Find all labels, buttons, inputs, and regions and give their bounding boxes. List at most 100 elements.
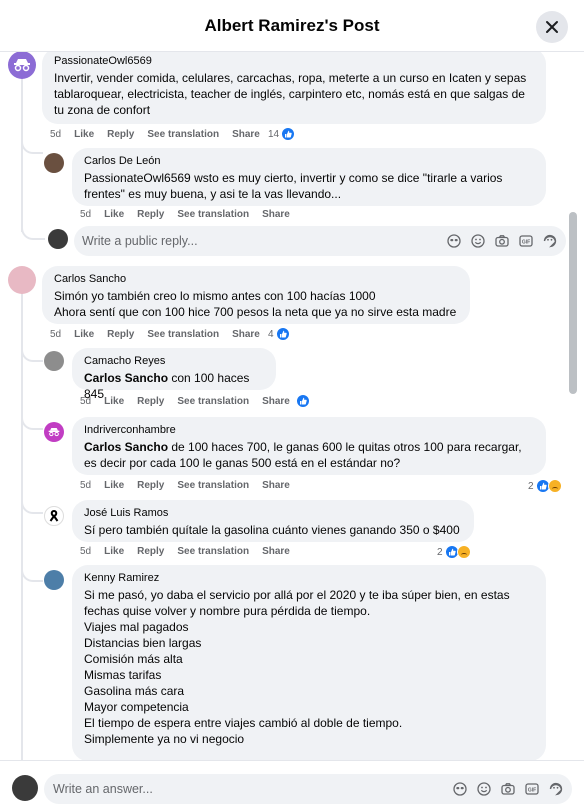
svg-text:GIF: GIF [528,787,536,793]
gif-icon[interactable]: GIF [518,233,534,249]
avatar[interactable] [44,422,64,442]
comment-time[interactable]: 5d [50,329,61,340]
reply-button[interactable]: Reply [107,129,134,140]
current-user-avatar[interactable] [48,229,68,249]
comment-time[interactable]: 5d [50,129,61,140]
avatar-sticker-icon[interactable] [452,781,468,797]
reaction-icons[interactable] [296,394,310,408]
comment-time[interactable]: 5d [80,396,91,407]
comment-text-line: El tiempo de espera entre viajes cambió … [84,716,403,730]
sad-icon [456,545,471,559]
sticker-icon[interactable] [548,781,564,797]
reply-button[interactable]: Reply [137,480,164,491]
comment-text-line: Simón yo también creo lo mismo antes con… [54,289,376,303]
comments-feed[interactable]: PassionateOwl6569 Invertir, vender comid… [0,52,566,760]
reaction-count[interactable]: 14 [268,127,296,141]
see-translation-button[interactable]: See translation [147,329,219,340]
avatar[interactable] [8,266,36,294]
comment-text: Si me pasó, yo daba el servicio por allá… [84,587,534,747]
thread-connector [21,202,45,240]
comment-text-line: Simplemente ya no vi negocio [84,732,245,746]
reply-button[interactable]: Reply [107,329,134,340]
comment-author[interactable]: José Luis Ramos [84,506,462,520]
avatar[interactable] [44,570,64,590]
comment-author[interactable]: PassionateOwl6569 [54,54,534,68]
mention-link[interactable]: Carlos Sancho [84,440,168,454]
comment-text-line: Distancias bien largas [84,636,202,650]
sad-icon [547,479,562,493]
avatar-sticker-icon[interactable] [446,233,462,249]
page-title: Albert Ramirez's Post [204,16,380,35]
comment-bubble: Indriverconhambre Carlos Sancho de 100 h… [72,417,546,475]
comment-author[interactable]: Kenny Ramirez [84,571,534,585]
see-translation-button[interactable]: See translation [177,396,249,407]
avatar[interactable] [8,52,36,79]
comment-time[interactable]: 5d [80,480,91,491]
emoji-icon[interactable] [476,781,492,797]
reaction-count[interactable]: 2 [528,479,562,493]
answer-input[interactable]: Write an answer... GIF [44,774,572,804]
reply-tools: GIF [446,233,558,249]
like-button[interactable]: Like [74,129,94,140]
emoji-icon[interactable] [470,233,486,249]
comment-author[interactable]: Indriverconhambre [84,423,534,437]
black-ribbon-icon [49,510,59,522]
avatar[interactable] [44,351,64,371]
like-button[interactable]: Like [104,546,124,557]
share-button[interactable]: Share [232,129,260,140]
close-button[interactable] [536,11,568,43]
comment-text: Carlos Sancho de 100 haces 700, le ganas… [84,440,522,470]
comment-author[interactable]: Carlos De León [84,154,534,168]
thread-connector [21,114,43,154]
like-button[interactable]: Like [104,480,124,491]
mention-link[interactable]: Carlos Sancho [84,371,168,385]
thread-connector [21,472,43,514]
thread-connector [21,320,43,362]
incognito-avatar-icon [48,428,60,437]
comment-text-line: Gasolina más cara [84,684,185,698]
post-header: Albert Ramirez's Post [0,0,584,52]
scrollbar-thumb[interactable] [569,212,577,394]
comment-time[interactable]: 5d [80,209,91,220]
scrollbar[interactable] [566,52,584,760]
share-button[interactable]: Share [262,209,290,220]
comment-author[interactable]: Camacho Reyes [84,354,264,368]
reaction-count[interactable]: 4 [268,327,290,341]
comment-text-line: Mismas tarifas [84,668,162,682]
like-icon [275,327,290,341]
reply-placeholder: Write a public reply... [82,234,198,248]
like-icon [281,127,296,141]
comment-bubble: José Luis Ramos Sí pero también quítale … [72,500,474,542]
answer-placeholder: Write an answer... [53,782,153,796]
thread-connector [21,388,43,430]
comment-bubble: PassionateOwl6569 Invertir, vender comid… [42,52,546,124]
camera-icon[interactable] [500,781,516,797]
reply-button[interactable]: Reply [137,209,164,220]
share-button[interactable]: Share [262,546,290,557]
comment-text-line: Si me pasó, yo daba el servicio por allá… [84,588,510,618]
comment-bubble: Carlos De León PassionateOwl6569 wsto es… [72,148,546,206]
reply-button[interactable]: Reply [137,396,164,407]
avatar[interactable] [44,153,64,173]
share-button[interactable]: Share [232,329,260,340]
reply-button[interactable]: Reply [137,546,164,557]
like-button[interactable]: Like [104,209,124,220]
see-translation-button[interactable]: See translation [147,129,219,140]
reply-input[interactable]: Write a public reply... GIF [74,226,566,256]
sticker-icon[interactable] [542,233,558,249]
see-translation-button[interactable]: See translation [177,480,249,491]
avatar[interactable] [44,506,64,526]
like-button[interactable]: Like [74,329,94,340]
see-translation-button[interactable]: See translation [177,209,249,220]
gif-icon[interactable]: GIF [524,781,540,797]
comment-author[interactable]: Carlos Sancho [54,272,458,286]
share-button[interactable]: Share [262,396,290,407]
share-button[interactable]: Share [262,480,290,491]
reaction-count[interactable]: 2 [437,545,471,559]
like-button[interactable]: Like [104,396,124,407]
current-user-avatar[interactable] [12,775,38,801]
comment-bubble: Camacho Reyes Carlos Sancho con 100 hace… [72,348,276,401]
see-translation-button[interactable]: See translation [177,546,249,557]
comment-time[interactable]: 5d [80,546,91,557]
camera-icon[interactable] [494,233,510,249]
